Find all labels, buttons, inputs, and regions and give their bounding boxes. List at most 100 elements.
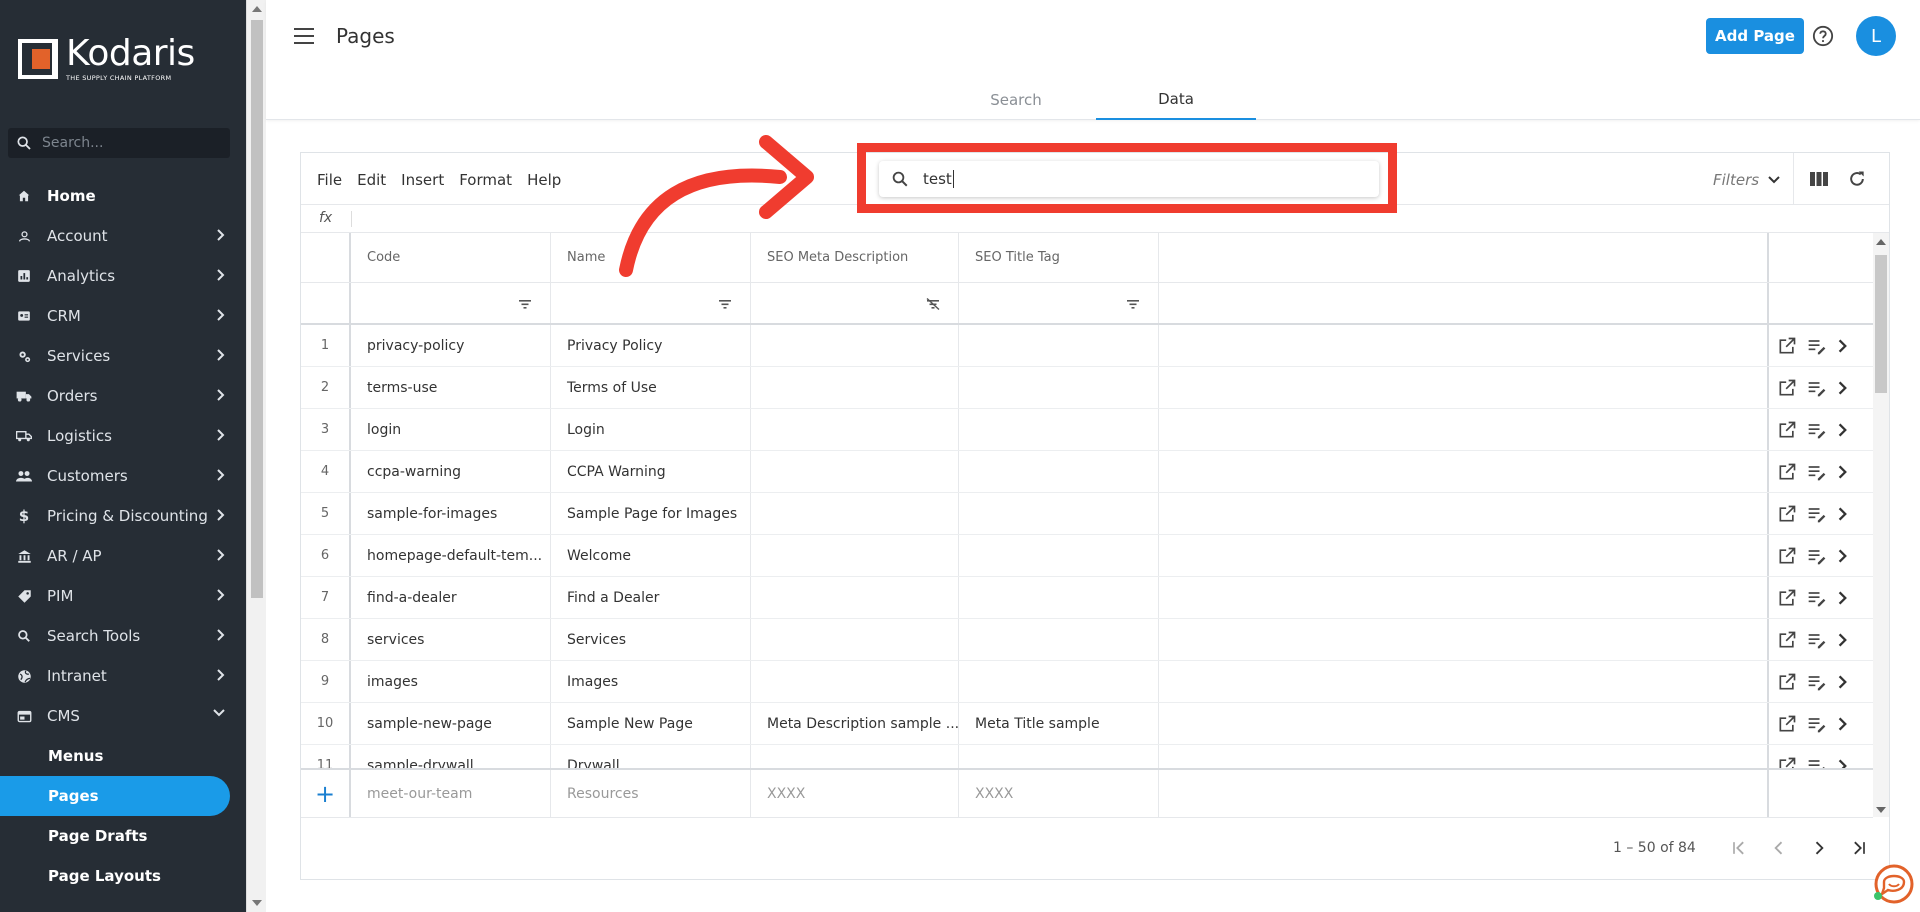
cell-code[interactable]: homepage-default-tem...: [351, 535, 551, 576]
scroll-up-arrow-icon[interactable]: [252, 6, 262, 12]
sidebar-item-ar-ap[interactable]: AR / AP: [0, 536, 246, 576]
cell-name[interactable]: Images: [551, 661, 751, 702]
edit-notes-icon[interactable]: [1807, 336, 1827, 356]
sidebar-item-intranet[interactable]: Intranet: [0, 656, 246, 696]
chevron-right-icon[interactable]: [1837, 548, 1849, 564]
cell-seo-meta-description[interactable]: [751, 745, 959, 768]
sidebar-item-account[interactable]: Account: [0, 216, 246, 256]
chevron-right-icon[interactable]: [1837, 464, 1849, 480]
cell-seo-title-tag[interactable]: [959, 451, 1159, 492]
open-in-new-icon[interactable]: [1777, 588, 1797, 608]
previous-page-icon[interactable]: [1769, 838, 1789, 858]
cell-name[interactable]: Login: [551, 409, 751, 450]
sidebar-item-analytics[interactable]: Analytics: [0, 256, 246, 296]
first-page-icon[interactable]: [1729, 838, 1749, 858]
chevron-right-icon[interactable]: [1837, 338, 1849, 354]
open-in-new-icon[interactable]: [1777, 378, 1797, 398]
cell-seo-meta-description[interactable]: [751, 619, 959, 660]
open-in-new-icon[interactable]: [1777, 672, 1797, 692]
open-in-new-icon[interactable]: [1777, 504, 1797, 524]
table-row[interactable]: 10 sample-new-page Sample New Page Meta …: [301, 703, 1873, 745]
open-in-new-icon[interactable]: [1777, 462, 1797, 482]
cell-seo-title-tag[interactable]: [959, 745, 1159, 768]
cell-seo-title-tag[interactable]: [959, 535, 1159, 576]
filter-cell-seo-title-tag[interactable]: [959, 283, 1159, 323]
table-row[interactable]: 9 images Images: [301, 661, 1873, 703]
cell-code[interactable]: ccpa-warning: [351, 451, 551, 492]
scroll-down-arrow-icon[interactable]: [252, 900, 262, 906]
open-in-new-icon[interactable]: [1777, 546, 1797, 566]
sidebar-item-services[interactable]: Services: [0, 336, 246, 376]
add-row-plus-icon[interactable]: +: [301, 770, 351, 817]
cell-seo-title-tag[interactable]: [959, 661, 1159, 702]
edit-notes-icon[interactable]: [1807, 588, 1827, 608]
edit-notes-icon[interactable]: [1807, 714, 1827, 734]
table-row[interactable]: 1 privacy-policy Privacy Policy: [301, 325, 1873, 367]
chevron-right-icon[interactable]: [1837, 632, 1849, 648]
scrollbar-thumb[interactable]: [1875, 255, 1887, 393]
column-header-seo-title-tag[interactable]: SEO Title Tag: [959, 233, 1159, 282]
edit-notes-icon[interactable]: [1807, 546, 1827, 566]
chevron-right-icon[interactable]: [1837, 380, 1849, 396]
cell-seo-meta-description[interactable]: [751, 577, 959, 618]
filter-icon[interactable]: [718, 298, 732, 310]
cell-seo-title-tag[interactable]: [959, 325, 1159, 366]
cell-name[interactable]: Sample Page for Images: [551, 493, 751, 534]
cell-code[interactable]: terms-use: [351, 367, 551, 408]
chevron-right-icon[interactable]: [1837, 758, 1849, 769]
table-row[interactable]: 8 services Services: [301, 619, 1873, 661]
new-row-seo-title-placeholder[interactable]: XXXX: [959, 770, 1159, 817]
add-page-button[interactable]: Add Page: [1706, 18, 1804, 54]
columns-icon[interactable]: [1809, 170, 1829, 188]
menu-format[interactable]: Format: [459, 171, 512, 189]
next-page-icon[interactable]: [1809, 838, 1829, 858]
cell-code[interactable]: login: [351, 409, 551, 450]
sidebar-subitem-page-layouts[interactable]: Page Layouts: [0, 856, 246, 896]
avatar[interactable]: L: [1856, 16, 1896, 56]
edit-notes-icon[interactable]: [1807, 378, 1827, 398]
chevron-right-icon[interactable]: [1837, 674, 1849, 690]
edit-notes-icon[interactable]: [1807, 756, 1827, 769]
filter-cell-name[interactable]: [551, 283, 751, 323]
edit-notes-icon[interactable]: [1807, 462, 1827, 482]
table-row[interactable]: 5 sample-for-images Sample Page for Imag…: [301, 493, 1873, 535]
cell-seo-meta-description[interactable]: [751, 451, 959, 492]
sidebar-item-search-tools[interactable]: Search Tools: [0, 616, 246, 656]
edit-notes-icon[interactable]: [1807, 420, 1827, 440]
cell-code[interactable]: find-a-dealer: [351, 577, 551, 618]
chevron-right-icon[interactable]: [1837, 422, 1849, 438]
cell-seo-title-tag[interactable]: [959, 367, 1159, 408]
cell-code[interactable]: privacy-policy: [351, 325, 551, 366]
cell-seo-title-tag[interactable]: [959, 577, 1159, 618]
new-row-seo-desc-placeholder[interactable]: XXXX: [751, 770, 959, 817]
open-in-new-icon[interactable]: [1777, 714, 1797, 734]
filter-icon[interactable]: [518, 298, 532, 310]
chevron-right-icon[interactable]: [1837, 506, 1849, 522]
sidebar-scrollbar[interactable]: [246, 0, 266, 912]
new-row[interactable]: + meet-our-team Resources XXXX XXXX: [301, 768, 1873, 818]
filter-cell-seo-meta-description[interactable]: [751, 283, 959, 323]
cell-seo-meta-description[interactable]: [751, 325, 959, 366]
sidebar-subitem-pages[interactable]: Pages: [0, 776, 230, 816]
cell-seo-meta-description[interactable]: [751, 367, 959, 408]
sidebar-item-orders[interactable]: Orders: [0, 376, 246, 416]
new-row-name-placeholder[interactable]: Resources: [551, 770, 751, 817]
cell-name[interactable]: Find a Dealer: [551, 577, 751, 618]
open-in-new-icon[interactable]: [1777, 630, 1797, 650]
tab-data[interactable]: Data: [1096, 80, 1256, 120]
chevron-right-icon[interactable]: [1837, 716, 1849, 732]
cell-seo-meta-description[interactable]: [751, 535, 959, 576]
cell-seo-title-tag[interactable]: Meta Title sample: [959, 703, 1159, 744]
table-row[interactable]: 7 find-a-dealer Find a Dealer: [301, 577, 1873, 619]
formula-bar[interactable]: fx: [301, 205, 1889, 233]
cell-name[interactable]: Terms of Use: [551, 367, 751, 408]
chat-support-icon[interactable]: [1870, 862, 1914, 906]
table-row[interactable]: 2 terms-use Terms of Use: [301, 367, 1873, 409]
menu-help[interactable]: Help: [527, 171, 561, 189]
table-row[interactable]: 6 homepage-default-tem... Welcome: [301, 535, 1873, 577]
tab-search[interactable]: Search: [936, 80, 1096, 120]
cell-name[interactable]: Welcome: [551, 535, 751, 576]
scroll-up-arrow-icon[interactable]: [1876, 239, 1886, 245]
sidebar-item-pim[interactable]: PIM: [0, 576, 246, 616]
cell-code[interactable]: images: [351, 661, 551, 702]
